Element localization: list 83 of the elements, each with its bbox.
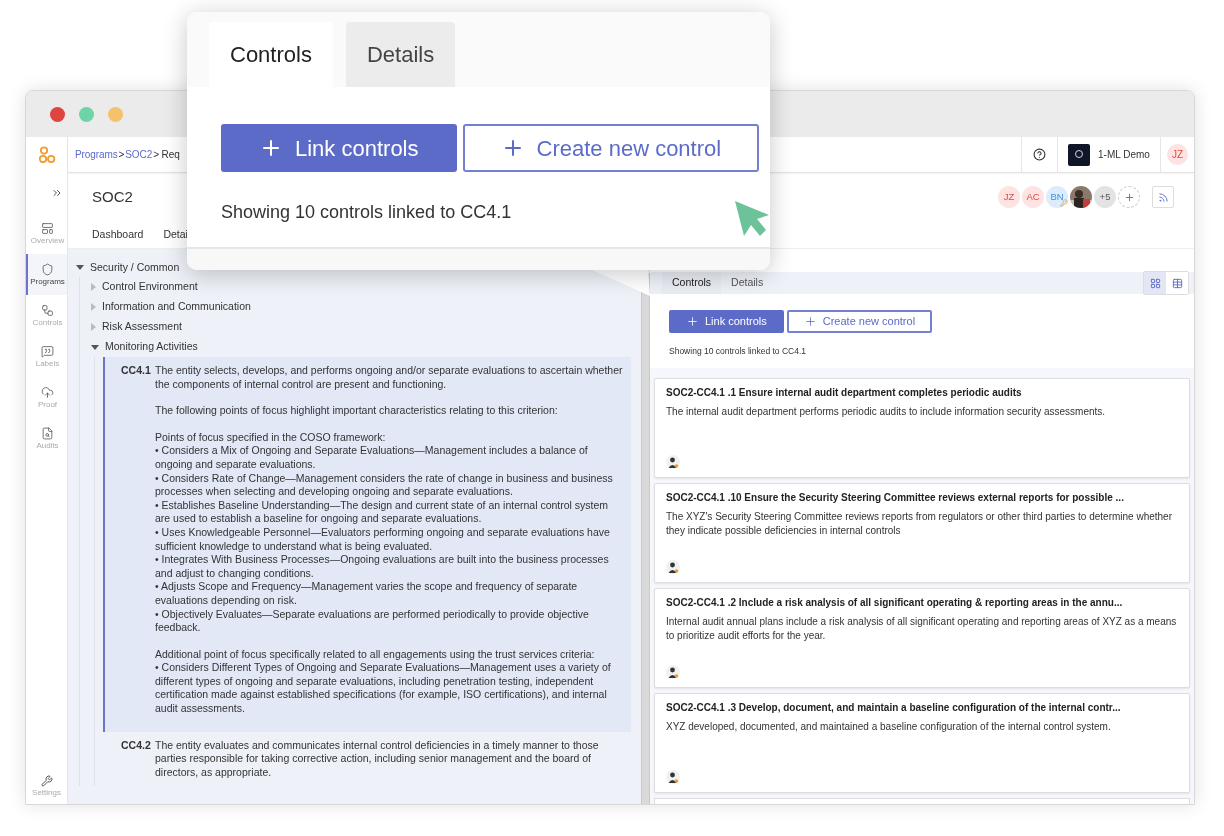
control-card[interactable]: SOC2-CC4.1 .3 Develop, document, and maintain a baseline configuration of the internal contr... XYZ developed, documented, and maintained a baseline configuration of the internal control system. [654, 692, 1190, 793]
program-tab[interactable]: Detai [163, 226, 188, 243]
criterion-text: • Adjusts Scope and Frequency—Management varies the scope and frequency of separate evaluations depending on risk. [155, 580, 579, 608]
person-icon [666, 559, 680, 574]
expand-caret[interactable] [91, 344, 99, 350]
breadcrumb-current: > Req [153, 148, 180, 162]
criterion-text: Additional point of focus specifically related to all engagements using the trust services criteria: [155, 647, 596, 662]
panel-tab[interactable]: Details [721, 272, 774, 294]
control-title[interactable]: SOC2-CC4.1 .2 Include a risk analysis of all significant operating & reporting areas in the annu... [666, 595, 1181, 610]
view-toggle[interactable] [1166, 272, 1188, 294]
link-controls-button[interactable]: Link controls [669, 310, 784, 333]
criterion-text: • Considers Rate of Change—Management considers the rate of change in business and business processes when selecting and developing ongoing and separate evaluations. [155, 471, 614, 499]
callout-tab[interactable]: Details [345, 22, 456, 87]
sidebar-item[interactable]: Programs [26, 254, 67, 295]
view-toggle[interactable] [1144, 272, 1166, 294]
control-description: Internal audit annual plans include a risk analysis of all significant operating and reporting areas of XYZ as a means to prioritize audit efforts for the year. [666, 614, 1178, 643]
person-icon [666, 454, 680, 469]
control-title[interactable]: SOC2-CC4.1 .3 Develop, document, and maintain a baseline configuration of the internal contr... [666, 700, 1181, 715]
control-description: XYZ developed, documented, and maintained a baseline configuration of the internal control system. [666, 719, 1112, 734]
criterion-text: • Uses Knowledgeable Personnel—Evaluators performing ongoing and separate evaluations have sufficient knowledge to understand what is being evaluated. [155, 525, 611, 554]
controls-icon [41, 304, 54, 317]
breadcrumb-link[interactable]: Programs [75, 147, 118, 162]
audits-icon [41, 427, 54, 440]
control-title[interactable]: SOC2-CC4.1 .10 Ensure the Security Steering Committee reviews external reports for possible ... [666, 490, 1181, 505]
expand-icon[interactable] [51, 187, 63, 199]
tree-item[interactable]: Information and Communication [102, 299, 251, 315]
criterion-text: The following points of focus highlight important characteristics relating to this criterion: [155, 404, 559, 418]
criterion[interactable] [103, 357, 631, 732]
control-card[interactable]: SOC2-CC4.1 .1 Ensure internal audit department completes periodic audits The internal audit department performs periodic audits to include information security assessments. [654, 377, 1190, 478]
org-logo-icon [1068, 143, 1090, 166]
plus-icon [686, 315, 699, 328]
scrollbar[interactable] [641, 273, 650, 804]
plus-icon [1123, 191, 1135, 203]
control-description: The internal audit department performs periodic audits to include information security assessments. [666, 404, 1107, 419]
controls-summary: Showing 10 controls linked to CC4.1 [668, 345, 808, 358]
control-title[interactable]: SOC2-CC4.1 .1 Ensure internal audit department completes periodic audits [666, 385, 1181, 400]
app-logo-icon [37, 146, 56, 164]
program-title: SOC2 [92, 186, 134, 207]
control-description: The XYZ's Security Steering Committee reviews reports from regulators or other third parties to determine whether they indicate possible deficiencies in internal controls [666, 509, 1173, 538]
overview-icon [41, 222, 54, 235]
criterion-code: CC4.2 [121, 738, 149, 753]
person-icon [666, 664, 680, 679]
programs-icon [41, 263, 54, 276]
feed-button[interactable] [1152, 186, 1174, 208]
person-icon [666, 769, 680, 784]
criterion-text: • Integrates With Business Processes—Ongoing evaluations are built into the business processes and adjust to changing conditions. [155, 553, 610, 581]
control-card[interactable] [654, 587, 1190, 688]
help-icon[interactable] [1033, 148, 1046, 161]
tree-item[interactable]: Monitoring Activities [105, 339, 198, 355]
criterion-text: Points of focus specified in the COSO framework: [155, 430, 387, 445]
criterion-code: CC4.1 [121, 364, 149, 378]
board-icon [1149, 277, 1161, 289]
member-avatar[interactable]: +5 [1094, 186, 1116, 208]
cursor-icon [733, 199, 771, 239]
callout-summary: Showing 10 controls linked to CC4.1 [221, 201, 512, 224]
criterion-text: The entity evaluates and communicates internal control deficiencies in a timely manner to those parties responsible for taking corrective action, including senior management and the board of directors, as appropriate. [155, 738, 600, 780]
tree-item[interactable]: Risk Assessment [102, 319, 182, 335]
criterion-text: • Considers a Mix of Ongoing and Separate Evaluations—Management includes a balance of ongoing and separate evaluations. [155, 444, 589, 472]
link-controls-button[interactable]: Link controls [221, 124, 457, 172]
tree-item[interactable]: Control Environment [102, 279, 198, 295]
control-card[interactable] [654, 482, 1190, 583]
window-control[interactable] [50, 106, 65, 122]
criterion-text: • Considers Different Types of Ongoing and Separate Evaluations—Management uses a variety of different types of ongoing and separate evaluations, including penetration testing, independent certification made against established specifications (for example, ISO certifications), and internal audit assessments. [155, 661, 612, 716]
rss-icon [1157, 191, 1169, 203]
org-name[interactable]: 1-ML Demo [1098, 147, 1150, 162]
proof-icon [41, 386, 54, 399]
key-icon [1060, 199, 1068, 207]
create-control-button[interactable]: Create new control [462, 124, 760, 172]
breadcrumb-separator: > [118, 148, 125, 162]
create-control-button[interactable]: Create new control [786, 310, 933, 333]
panel-tab[interactable]: Controls [662, 272, 722, 294]
table-icon [1171, 277, 1183, 289]
criterion-text: • Objectively Evaluates—Separate evaluations are performed periodically to provide objective feedback. [155, 607, 590, 635]
tree-item[interactable]: Security / Common [90, 259, 180, 276]
criterion-text: • Establishes Baseline Understanding—The design and current state of an internal control system are used to establish a baseline for ongoing and separate evaluations. [155, 498, 610, 526]
settings-icon [40, 775, 53, 787]
plus-icon [803, 315, 817, 328]
breadcrumb-link[interactable]: SOC2 [125, 147, 153, 162]
criterion-text: The entity selects, develops, and performs ongoing and/or separate evaluations to ascertain whether the components of internal control are present and functioning. [155, 364, 623, 392]
expand-caret[interactable] [76, 265, 84, 270]
labels-icon [41, 345, 54, 358]
program-tab[interactable]: Dashboard [92, 226, 144, 243]
callout-tab[interactable]: Controls [209, 22, 333, 87]
